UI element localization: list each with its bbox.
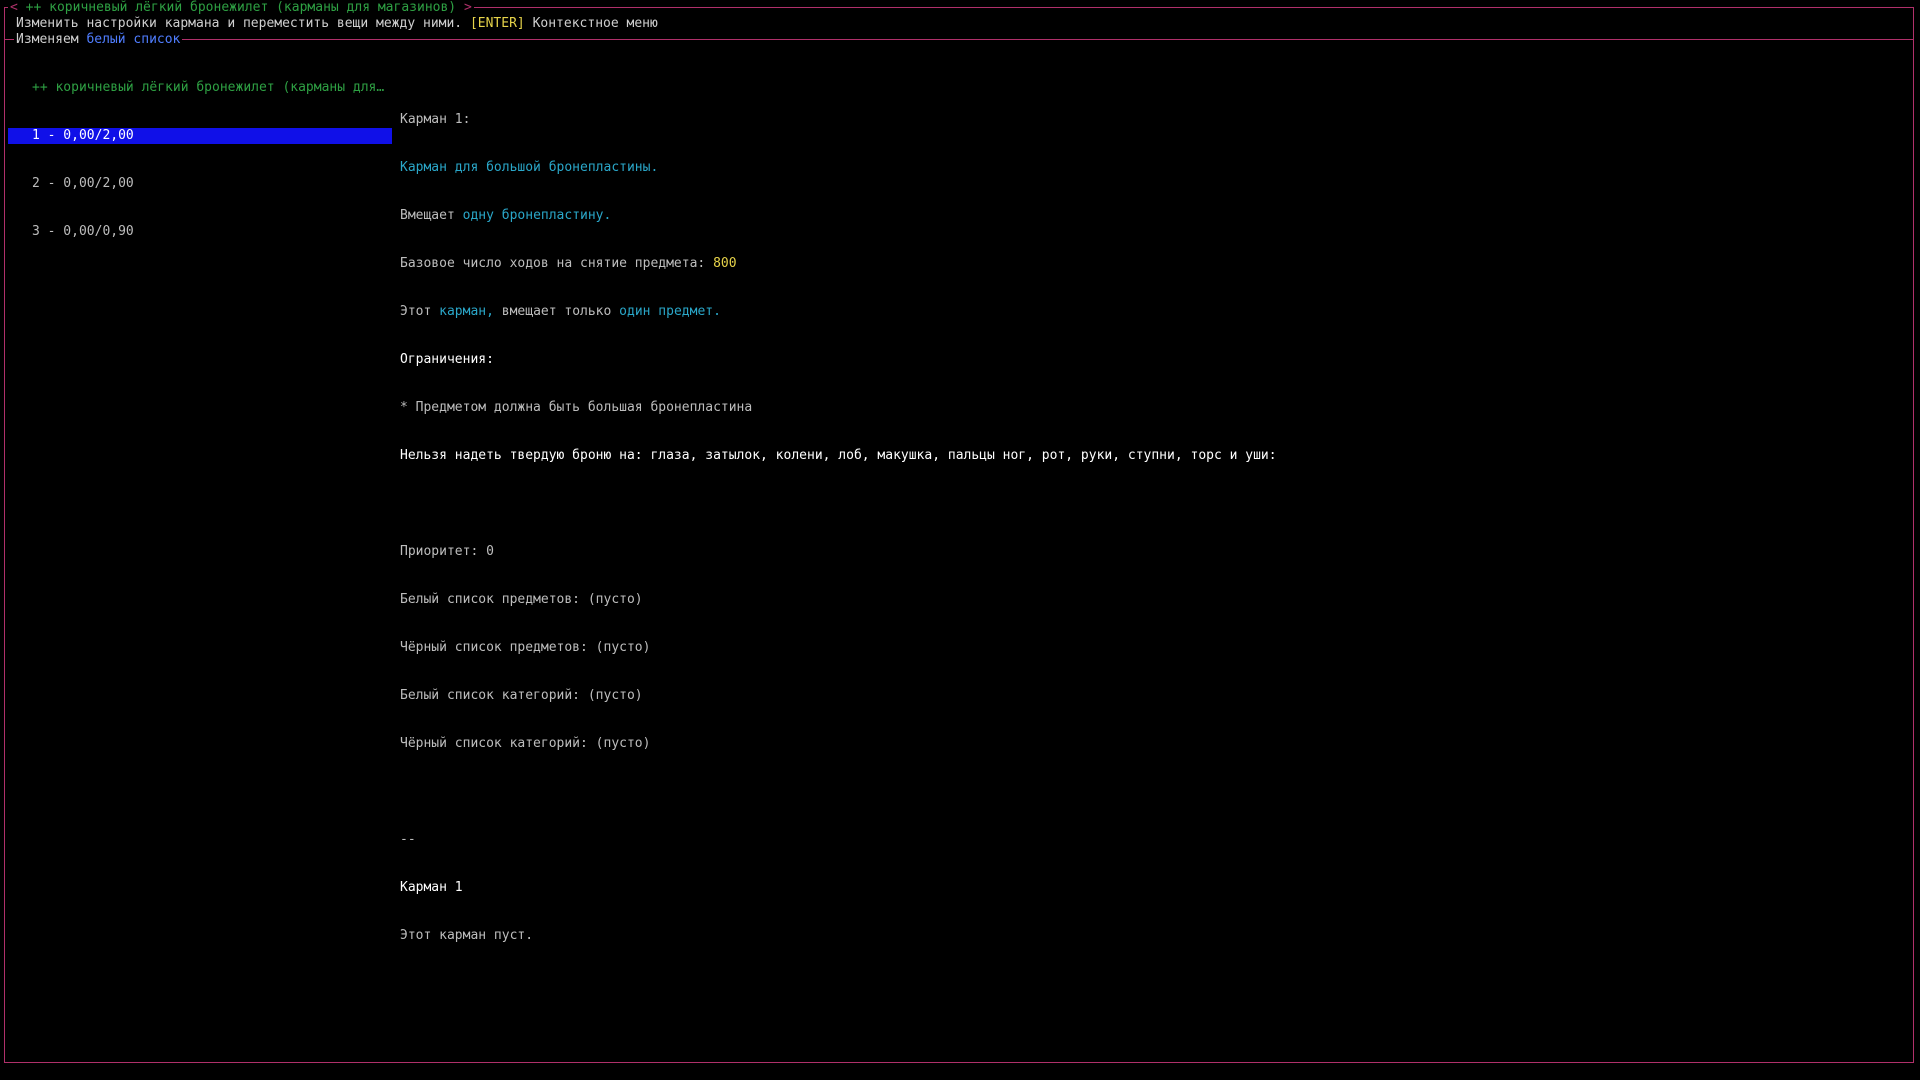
restriction-item: * Предметом должна быть большая бронепла…	[400, 400, 753, 415]
pocket-row-1[interactable]: 1 - 0,00/2,00	[8, 128, 392, 144]
help-line: Изменить настройки кармана и переместить…	[16, 16, 658, 32]
pocket-list: ++ коричневый лёгкий бронежилет (карманы…	[8, 48, 392, 256]
window-title: < ++ коричневый лёгкий бронежилет (карма…	[8, 0, 474, 16]
priority-line: Приоритет: 0	[400, 544, 494, 559]
pocket-contents-empty: Этот карман пуст.	[400, 928, 534, 943]
pocket-holds: Вмещает одну бронепластину.	[400, 208, 1277, 224]
title-right-bracket[interactable]: >	[464, 0, 472, 15]
pocket-details: Карман 1: Карман для большой бронепласти…	[400, 80, 1277, 960]
restrictions-label: Ограничения:	[400, 352, 494, 367]
pocket-moves: Базовое число ходов на снятие предмета: …	[400, 256, 1277, 272]
pocket-contents-title: Карман 1	[400, 880, 463, 895]
only-value: один предмет.	[619, 304, 721, 319]
list-header-item[interactable]: ++ коричневый лёгкий бронежилет (карманы…	[8, 80, 392, 96]
blacklist-items: Чёрный список предметов: (пусто)	[400, 640, 651, 655]
moves-value: 800	[713, 256, 737, 271]
holds-label: Вмещает	[400, 208, 463, 223]
context-menu-label: Контекстное меню	[524, 16, 658, 31]
item-name: ++ коричневый лёгкий бронежилет (карманы…	[25, 0, 457, 15]
separator: --	[400, 832, 416, 847]
whitelist-items: Белый список предметов: (пусто)	[400, 592, 643, 607]
pocket-row-2[interactable]: 2 - 0,00/2,00	[8, 176, 392, 192]
whitelist-tab[interactable]: белый список	[86, 32, 180, 47]
header-divider	[5, 39, 1913, 40]
only-pocket: карман,	[439, 304, 494, 319]
pocket-title: Карман 1:	[400, 112, 471, 127]
pocket-row-3[interactable]: 3 - 0,00/0,90	[8, 224, 392, 240]
cannot-wear-line: Нельзя надеть твердую броню на: глаза, з…	[400, 448, 1277, 463]
pocket-description: Карман для большой бронепластины.	[400, 160, 659, 175]
only-prefix: Этот	[400, 304, 440, 319]
help-text: Изменить настройки кармана и переместить…	[16, 16, 470, 31]
section-label: Изменяем белый список	[14, 32, 183, 48]
moves-label: Базовое число ходов на снятие предмета:	[400, 256, 714, 271]
pocket-only-one: Этот карман, вмещает только один предмет…	[400, 304, 1277, 320]
enter-key-hint[interactable]: [ENTER]	[470, 16, 525, 31]
blacklist-categories: Чёрный список категорий: (пусто)	[400, 736, 651, 751]
section-prefix: Изменяем	[16, 32, 87, 47]
only-mid: вмещает только	[493, 304, 620, 319]
title-left-bracket[interactable]: <	[10, 0, 18, 15]
whitelist-categories: Белый список категорий: (пусто)	[400, 688, 643, 703]
holds-value: одну бронепластину.	[462, 208, 612, 223]
